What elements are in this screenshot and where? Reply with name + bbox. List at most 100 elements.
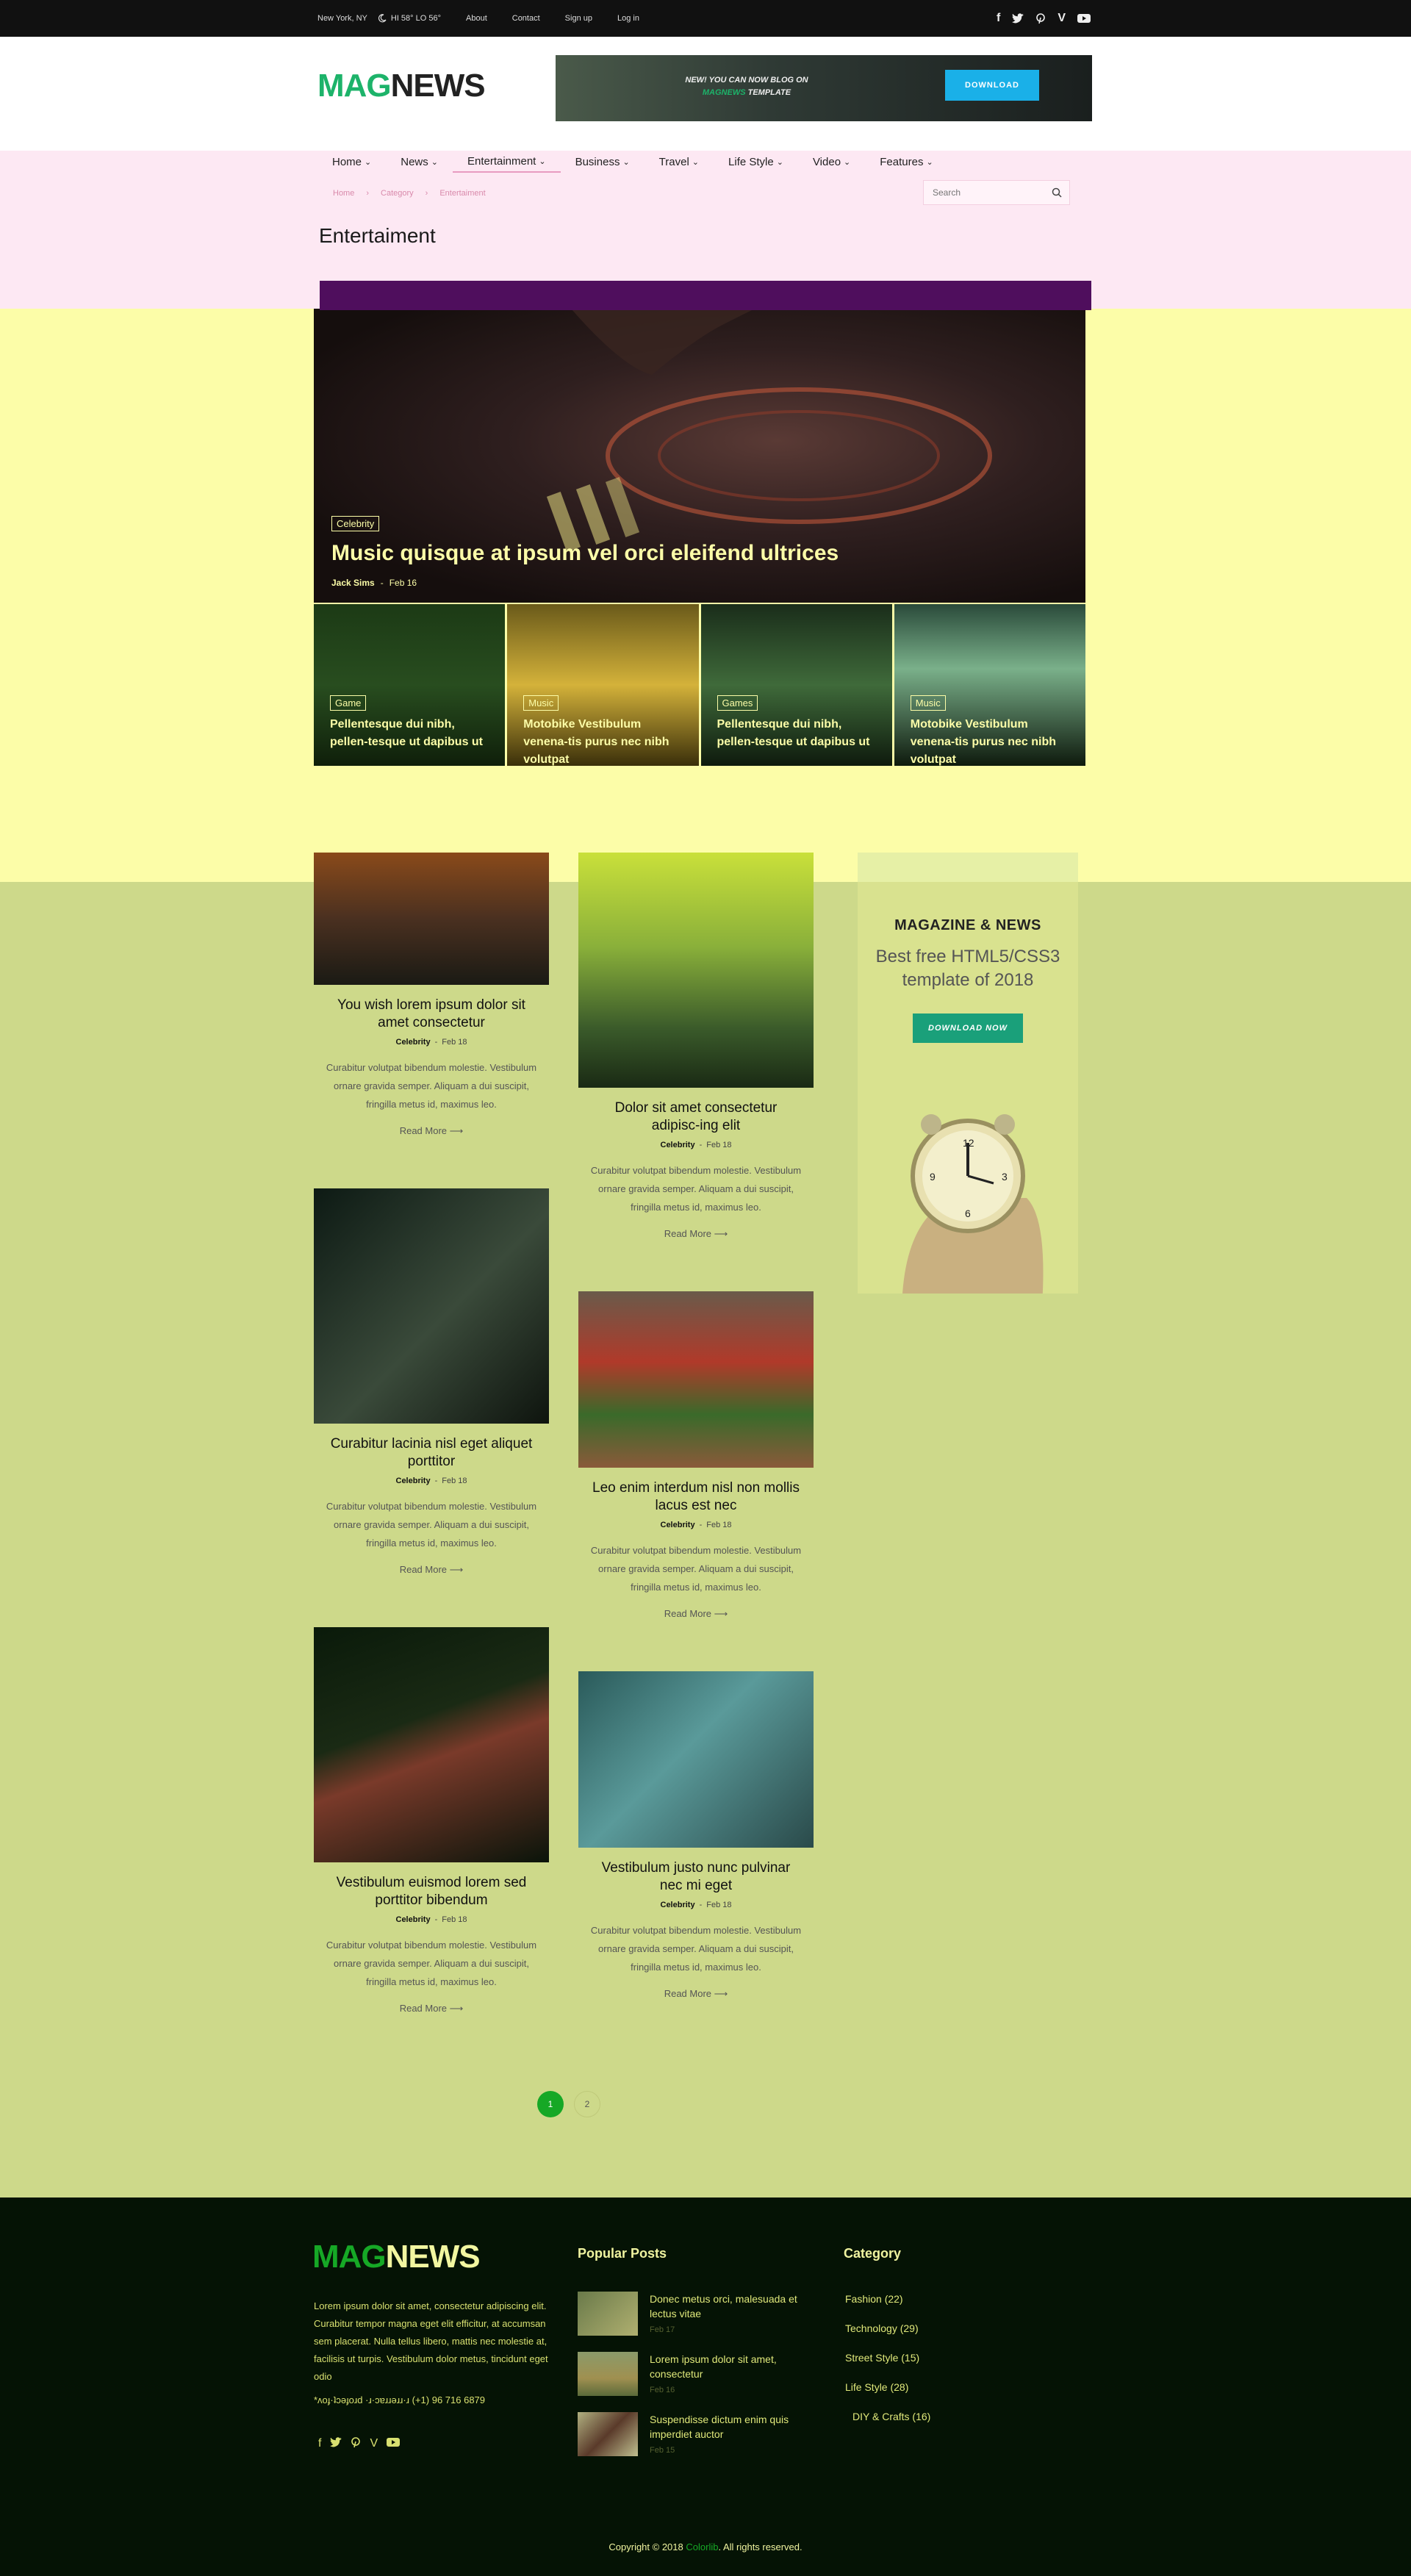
banner-line1: YOU CAN NOW BLOG ON [708, 76, 808, 85]
popular-post-title[interactable]: Suspendisse dictum enim quis imperdiet a… [650, 2412, 813, 2442]
category-link[interactable]: Technology (29) [845, 2322, 930, 2334]
category-link[interactable]: Fashion (22) [845, 2293, 930, 2305]
twitter-icon[interactable] [1012, 13, 1024, 24]
article-category[interactable]: Celebrity [661, 1521, 695, 1529]
signup-link[interactable]: Sign up [565, 14, 592, 23]
thumb-tag[interactable]: Game [330, 695, 367, 711]
banner-download-button[interactable]: DOWNLOAD [945, 70, 1039, 101]
popular-post[interactable]: Suspendisse dictum enim quis imperdiet a… [578, 2412, 813, 2456]
article-image[interactable] [578, 853, 814, 1088]
youtube-icon[interactable] [1077, 13, 1091, 24]
article-category[interactable]: Celebrity [396, 1915, 431, 1924]
site-logo[interactable]: MAGNEWS [317, 68, 486, 104]
featured-thumb[interactable]: Music Motobike Vestibulum venena-tis pur… [894, 604, 1085, 766]
article-category[interactable]: Celebrity [396, 1477, 431, 1485]
footer-logo[interactable]: MAGNEWS [312, 2239, 481, 2275]
nav-item-features[interactable]: Features ⌄ [865, 151, 947, 173]
featured-thumb[interactable]: Game Pellentesque dui nibh, pellen-tesqu… [314, 604, 506, 766]
read-more-label: Read More [664, 1988, 712, 1999]
thumb-tag[interactable]: Music [910, 695, 946, 711]
nav-item-video[interactable]: Video ⌄ [798, 151, 865, 173]
ad-download-button[interactable]: DOWNLOAD NOW [913, 1013, 1023, 1043]
thumb-tag[interactable]: Music [523, 695, 559, 711]
read-more-link[interactable]: Read More ⟶ [314, 1125, 549, 1137]
popular-post-title[interactable]: Lorem ipsum dolor sit amet, consectetur [650, 2352, 813, 2381]
login-link[interactable]: Log in [617, 14, 639, 23]
category-link[interactable]: Street Style (15) [845, 2352, 930, 2364]
svg-text:9: 9 [930, 1171, 936, 1183]
popular-post[interactable]: Donec metus orci, malesuada et lectus vi… [578, 2292, 813, 2336]
breadcrumb-category[interactable]: Category [381, 189, 414, 198]
page-button[interactable]: 2 [574, 2091, 600, 2117]
read-more-link[interactable]: Read More ⟶ [578, 1228, 814, 1240]
breadcrumb-separator: › [366, 189, 370, 198]
nav-item-business[interactable]: Business ⌄ [561, 151, 645, 173]
pinterest-icon[interactable] [1035, 13, 1046, 24]
thumb-tag[interactable]: Games [717, 695, 758, 711]
search-icon[interactable] [1052, 187, 1062, 198]
about-link[interactable]: About [466, 14, 487, 23]
popular-post-image[interactable] [578, 2412, 638, 2456]
thumb-title[interactable]: Pellentesque dui nibh, pellen-tesque ut … [717, 716, 875, 751]
thumb-title[interactable]: Motobike Vestibulum venena-tis purus nec… [911, 716, 1069, 766]
article-category[interactable]: Celebrity [396, 1038, 431, 1047]
thumb-title[interactable]: Motobike Vestibulum venena-tis purus nec… [523, 716, 681, 766]
article-image[interactable] [314, 1188, 549, 1424]
featured-thumb[interactable]: Games Pellentesque dui nibh, pellen-tesq… [700, 604, 892, 766]
article-title[interactable]: Leo enim interdum nisl non mollis lacus … [578, 1479, 814, 1515]
nav-item-news[interactable]: News ⌄ [386, 151, 453, 173]
nav-item-travel[interactable]: Travel ⌄ [645, 151, 714, 173]
category-link[interactable]: DIY & Crafts (16) [845, 2411, 930, 2422]
read-more-link[interactable]: Read More ⟶ [578, 1608, 814, 1620]
arrow-right-icon: ⟶ [449, 1125, 464, 1136]
article-title[interactable]: Vestibulum justo nunc pulvinar nec mi eg… [578, 1859, 814, 1895]
twitter-icon[interactable] [330, 2437, 342, 2447]
article-image[interactable] [578, 1671, 814, 1848]
article-date: Feb 18 [442, 1038, 467, 1047]
vimeo-icon[interactable]: V [370, 2437, 378, 2450]
hero-title[interactable]: Music quisque at ipsum vel orci eleifend… [331, 541, 839, 566]
search-input[interactable] [924, 181, 1041, 204]
article-title[interactable]: Vestibulum euismod lorem sed porttitor b… [314, 1874, 549, 1909]
article-excerpt: Curabitur volutpat bibendum molestie. Ve… [590, 1165, 802, 1213]
youtube-icon[interactable] [387, 2437, 401, 2447]
popular-post-image[interactable] [578, 2352, 638, 2396]
article-title[interactable]: Curabitur lacinia nisl eget aliquet port… [314, 1435, 549, 1471]
ad-heading: MAGAZINE & NEWS [894, 917, 1041, 933]
article-image[interactable] [314, 853, 549, 985]
nav-item-life-style[interactable]: Life Style ⌄ [714, 151, 798, 173]
read-more-link[interactable]: Read More ⟶ [314, 1564, 549, 1576]
hero-tag[interactable]: Celebrity [331, 516, 380, 531]
copyright-brand-link[interactable]: Colorlib [686, 2541, 718, 2552]
pinterest-icon[interactable] [351, 2437, 361, 2447]
article-title[interactable]: Dolor sit amet consectetur adipisc-ing e… [578, 1099, 814, 1135]
popular-post[interactable]: Lorem ipsum dolor sit amet, consectetur F… [578, 2352, 813, 2396]
breadcrumb-home[interactable]: Home [333, 189, 354, 198]
article-category[interactable]: Celebrity [661, 1901, 695, 1909]
vimeo-icon[interactable]: V [1058, 12, 1066, 25]
hero-author[interactable]: Jack Sims [331, 578, 375, 588]
nav-item-label: Features [880, 155, 924, 168]
header-banner-ad[interactable]: NEW! YOU CAN NOW BLOG ON MAGNEWS TEMPLAT… [556, 55, 1092, 121]
meta-separator: - [699, 1901, 703, 1909]
nav-item-entertainment[interactable]: Entertainment ⌄ [452, 151, 561, 173]
category-link[interactable]: Life Style (28) [845, 2381, 930, 2393]
facebook-icon[interactable]: f [997, 12, 1000, 25]
meta-separator: - [434, 1038, 438, 1047]
page-button[interactable]: 1 [537, 2091, 564, 2117]
read-more-link[interactable]: Read More ⟶ [578, 1988, 814, 2000]
thumb-title[interactable]: Pellentesque dui nibh, pellen-tesque ut … [330, 716, 488, 751]
hero-post[interactable]: Celebrity Music quisque at ipsum vel orc… [314, 309, 1085, 603]
contact-link[interactable]: Contact [512, 14, 540, 23]
featured-thumb[interactable]: Music Motobike Vestibulum venena-tis pur… [507, 604, 699, 766]
popular-post-title[interactable]: Donec metus orci, malesuada et lectus vi… [650, 2292, 813, 2321]
facebook-icon[interactable]: f [318, 2437, 321, 2450]
article-image[interactable] [578, 1291, 814, 1468]
article-title[interactable]: You wish lorem ipsum dolor sit amet cons… [314, 997, 549, 1032]
article-image[interactable] [314, 1627, 549, 1862]
sidebar-ad[interactable]: MAGAZINE & NEWS Best free HTML5/CSS3 tem… [858, 853, 1078, 1294]
popular-post-image[interactable] [578, 2292, 638, 2336]
nav-item-home[interactable]: Home ⌄ [317, 151, 386, 173]
article-category[interactable]: Celebrity [661, 1141, 695, 1149]
read-more-link[interactable]: Read More ⟶ [314, 2003, 549, 2014]
